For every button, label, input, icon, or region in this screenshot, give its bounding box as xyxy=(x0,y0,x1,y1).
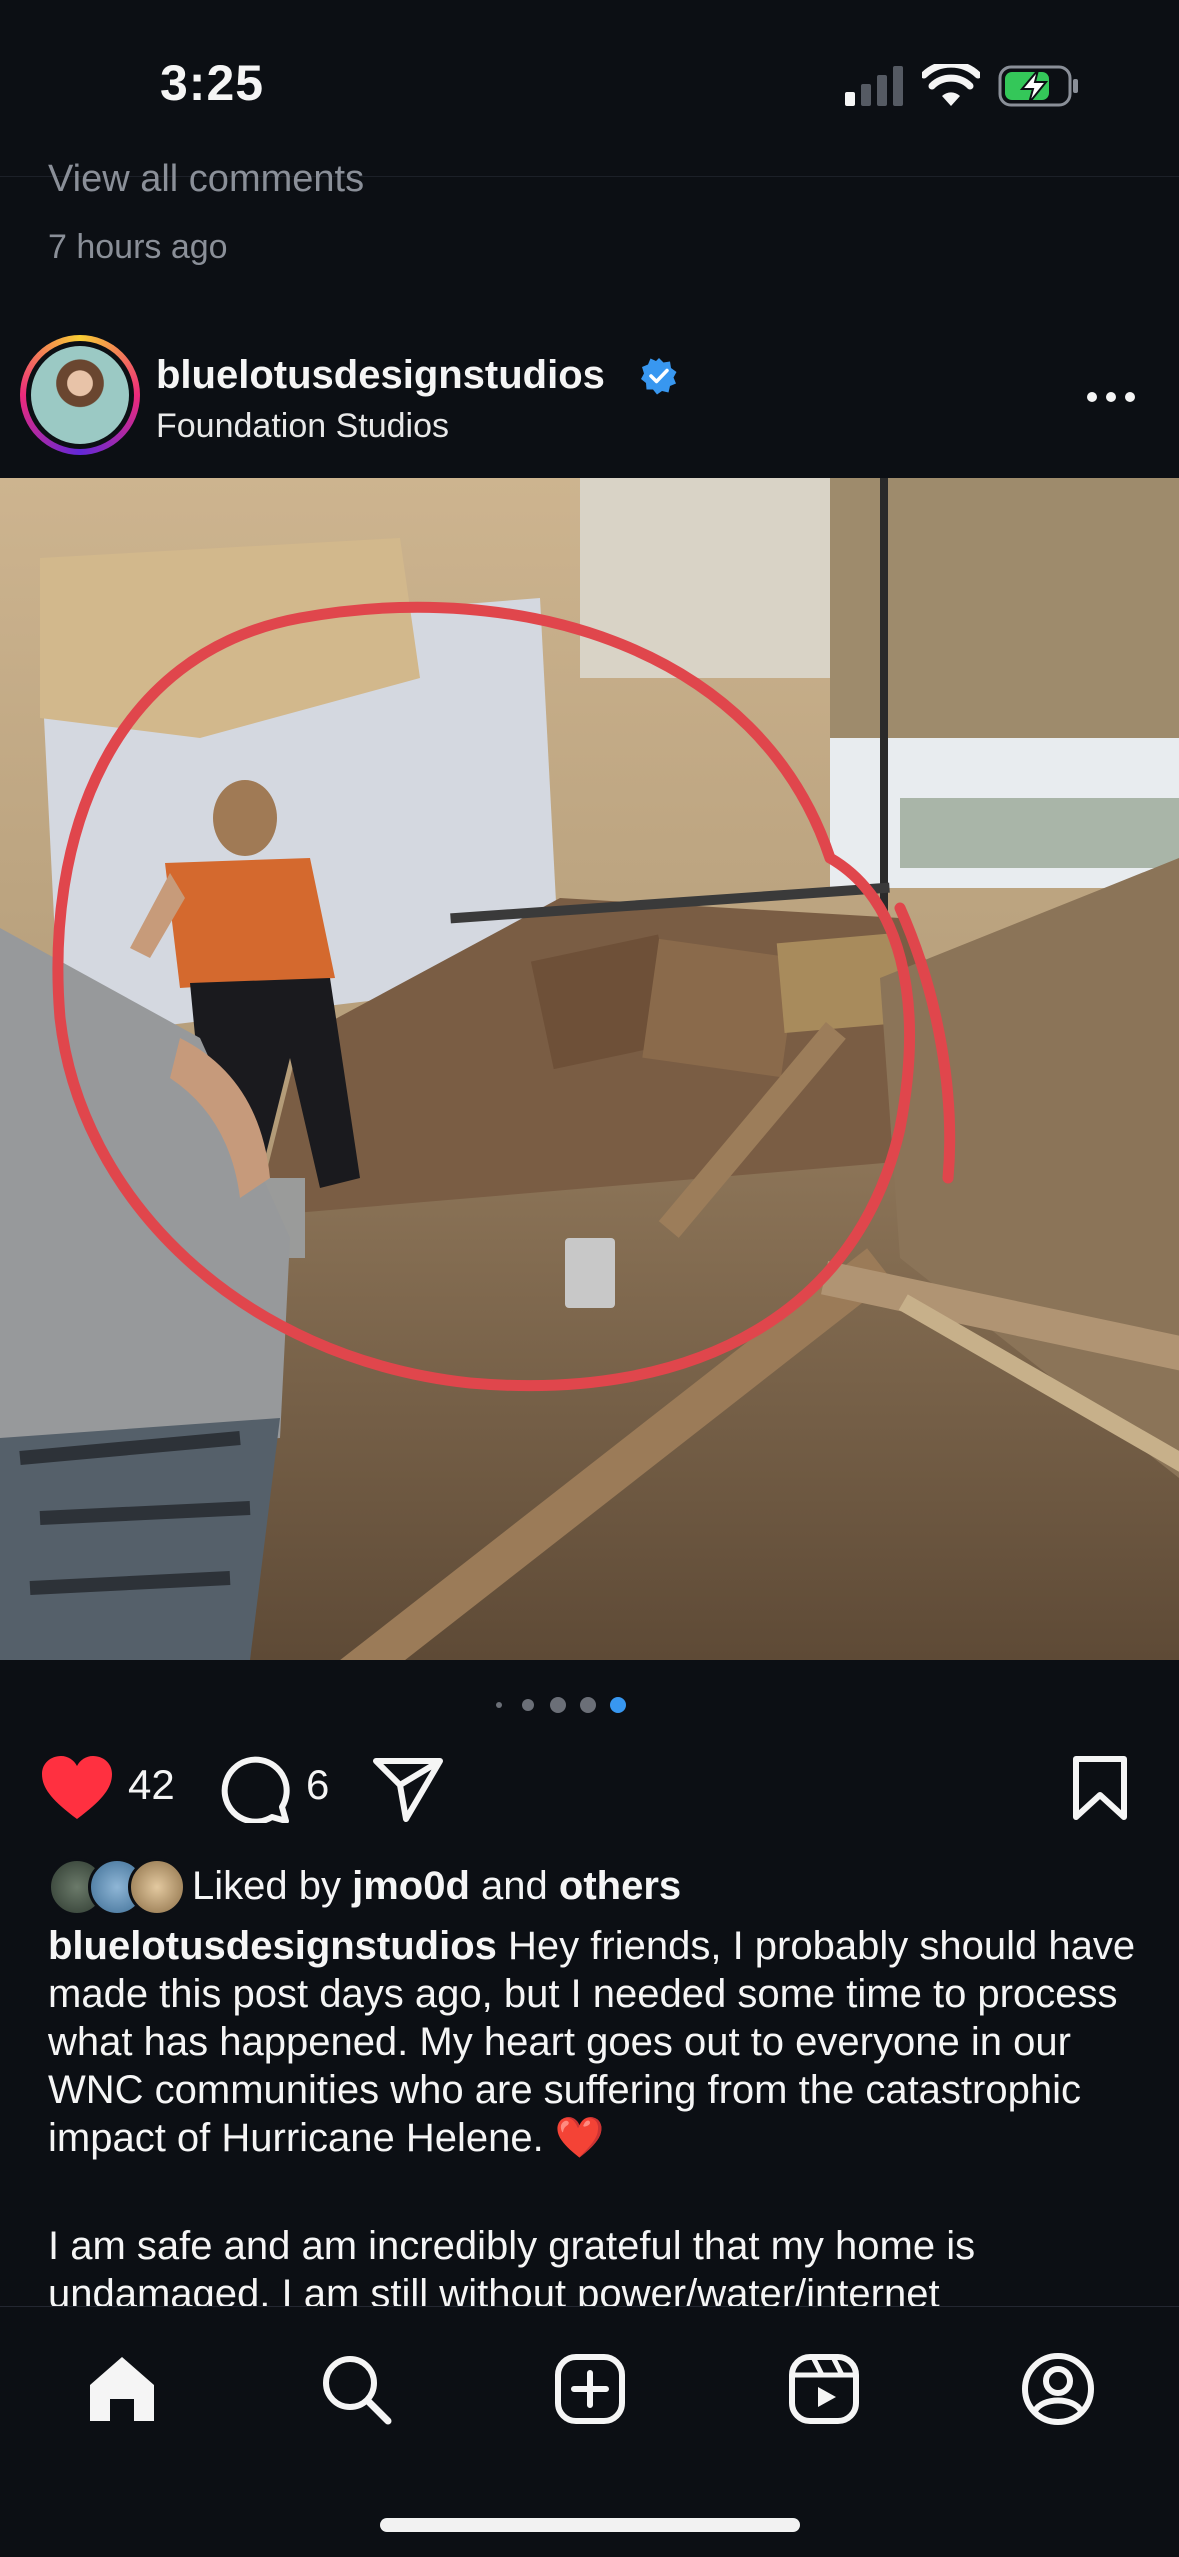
post-header: bluelotusdesignstudios Foundation Studio… xyxy=(0,335,1179,465)
flood-damage-image xyxy=(0,478,1179,1660)
view-all-comments-link[interactable]: View all comments xyxy=(48,158,364,201)
comment-bubble-icon[interactable] xyxy=(220,1755,290,1823)
carousel-indicator xyxy=(496,1697,626,1713)
liker-avatar xyxy=(128,1858,186,1916)
post-location[interactable]: Foundation Studios xyxy=(156,407,449,446)
avatar[interactable] xyxy=(20,335,140,455)
caption-paragraph-2: I am safe and am incredibly grateful tha… xyxy=(48,2224,976,2316)
avatar-image xyxy=(31,346,129,444)
wifi-icon xyxy=(922,64,980,106)
search-icon[interactable] xyxy=(316,2349,396,2429)
bookmark-icon[interactable] xyxy=(1072,1755,1128,1821)
post-photo[interactable] xyxy=(0,478,1179,1660)
liked-by-text: Liked by jmo0d and others xyxy=(192,1864,682,1908)
paper-plane-icon[interactable] xyxy=(372,1757,444,1823)
status-time: 3:25 xyxy=(160,55,265,111)
home-icon[interactable] xyxy=(82,2349,162,2429)
caption-paragraph: bluelotusdesignstudios Hey friends, I pr… xyxy=(48,1922,1138,2162)
liked-by-user[interactable]: jmo0d xyxy=(352,1864,470,1908)
home-indicator[interactable] xyxy=(380,2518,800,2532)
post-username[interactable]: bluelotusdesignstudios xyxy=(156,353,605,398)
reels-icon[interactable] xyxy=(784,2349,864,2429)
caption-author[interactable]: bluelotusdesignstudios xyxy=(48,1924,497,1968)
battery-charging-icon xyxy=(998,65,1078,107)
profile-icon[interactable] xyxy=(1018,2349,1098,2429)
likes-count[interactable]: 42 xyxy=(128,1761,175,1809)
more-options-icon[interactable] xyxy=(1085,390,1137,404)
heart-filled-icon[interactable] xyxy=(40,1755,114,1821)
comments-count[interactable]: 6 xyxy=(306,1761,329,1809)
status-bar: 3:25 xyxy=(0,0,1179,177)
cellular-signal-icon xyxy=(845,66,903,106)
post-actions: 42 6 xyxy=(0,1745,1179,1829)
verified-badge-icon xyxy=(641,358,677,395)
post-timestamp: 7 hours ago xyxy=(48,228,228,266)
liked-by-others[interactable]: others xyxy=(559,1864,681,1908)
create-post-icon[interactable] xyxy=(550,2349,630,2429)
